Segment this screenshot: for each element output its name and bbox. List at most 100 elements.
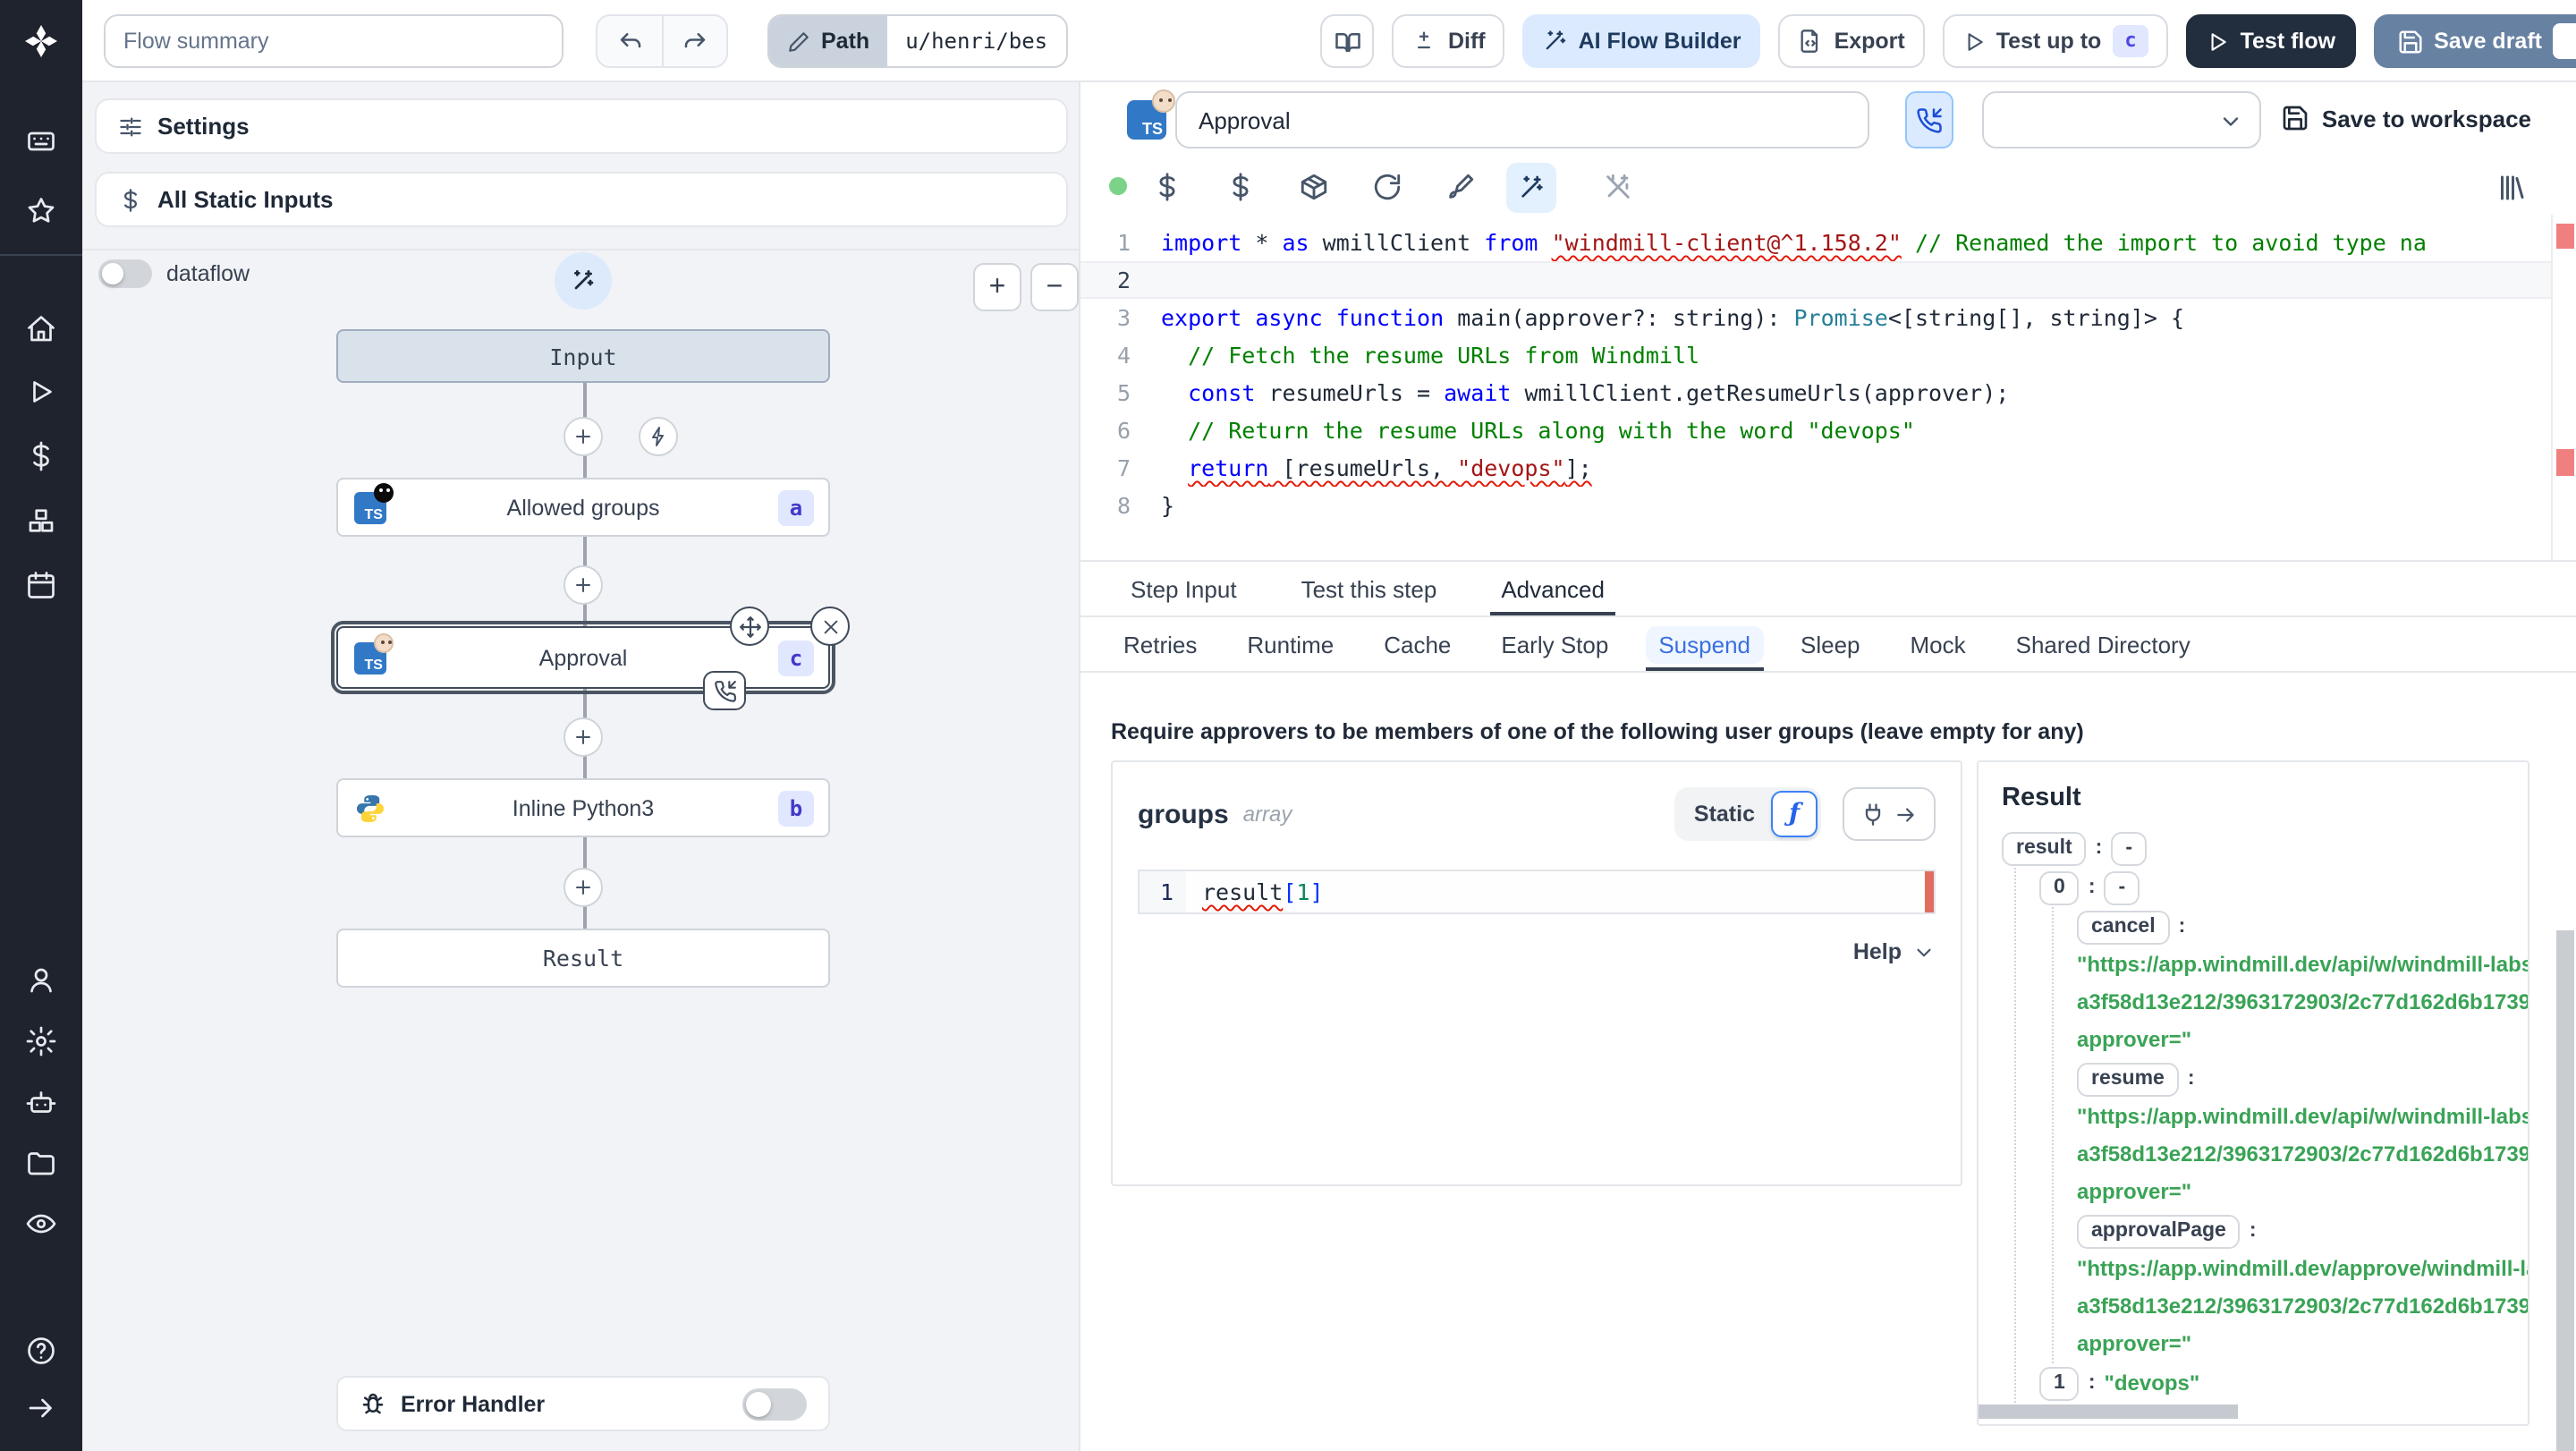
step-editor-panel: TS Save to workspace 1import * as wmillC… — [1080, 82, 2576, 1451]
apps-icon — [28, 132, 55, 151]
tab-cache[interactable]: Cache — [1371, 617, 1463, 671]
tab-advanced[interactable]: Advanced — [1490, 562, 1615, 615]
robot-icon — [26, 1091, 56, 1113]
add-step-button[interactable] — [564, 717, 603, 757]
flow-settings-button[interactable]: Settings — [95, 98, 1068, 154]
sidebar-item-audit[interactable] — [25, 1208, 57, 1240]
collapse-chip[interactable]: - — [2104, 870, 2140, 904]
flow-summary-input[interactable] — [104, 14, 564, 68]
zoom-out-button[interactable]: − — [1030, 263, 1079, 311]
horizontal-scrollbar[interactable] — [1979, 1404, 2238, 1419]
add-step-button[interactable] — [564, 565, 603, 605]
sidebar-item-favorites[interactable] — [25, 195, 57, 227]
error-handler-row[interactable]: Error Handler — [336, 1376, 830, 1431]
dollar-icon — [1159, 173, 1175, 201]
resume-key-chip[interactable]: resume — [2077, 1062, 2179, 1096]
play-icon — [33, 381, 52, 403]
wand-icon — [574, 270, 594, 290]
tab-mock[interactable]: Mock — [1898, 617, 1979, 671]
sidebar-expand-button[interactable] — [25, 1392, 57, 1424]
help-toggle[interactable]: Help — [1138, 939, 1936, 964]
dollar-icon — [33, 441, 49, 471]
approval-page-key-chip[interactable]: approvalPage — [2077, 1214, 2241, 1248]
cancel-key-chip[interactable]: cancel — [2077, 910, 2170, 944]
variables-button[interactable] — [1152, 172, 1182, 202]
sidebar-item-workers[interactable] — [25, 1086, 57, 1118]
reload-button[interactable] — [1372, 172, 1402, 202]
tab-retries[interactable]: Retries — [1111, 617, 1209, 671]
flow-settings-rows: Settings All Static Inputs — [82, 82, 1079, 250]
package-button[interactable] — [1299, 172, 1329, 202]
vertical-scrollbar[interactable] — [2556, 930, 2574, 1451]
flow-node-input[interactable]: Input — [336, 329, 830, 383]
index-chip[interactable]: 0 — [2039, 870, 2080, 904]
groups-card: groups array Static ƒ 1 result[1] Help — [1111, 760, 1962, 1186]
groups-expression-editor[interactable]: 1 result[1] — [1138, 870, 1936, 914]
step-id-badge: a — [778, 489, 814, 525]
sidebar-item-help[interactable] — [25, 1335, 57, 1367]
sidebar-item-users[interactable] — [25, 964, 57, 997]
tab-sleep[interactable]: Sleep — [1788, 617, 1873, 671]
zoom-in-button[interactable]: + — [973, 263, 1021, 311]
sidebar-item-runs[interactable] — [25, 376, 57, 408]
wand-off-icon — [1606, 174, 1630, 199]
refresh-icon — [1374, 174, 1401, 200]
sidebar-item-apps[interactable] — [25, 125, 57, 157]
all-static-inputs-button[interactable]: All Static Inputs — [95, 172, 1068, 227]
sidebar-item-variables[interactable] — [25, 440, 57, 472]
tab-shared-directory[interactable]: Shared Directory — [2004, 617, 2203, 671]
static-dynamic-toggle[interactable]: Static ƒ — [1674, 787, 1821, 841]
docs-button[interactable] — [1320, 14, 1375, 68]
windmill-logo[interactable] — [0, 0, 82, 82]
tab-suspend[interactable]: Suspend — [1646, 617, 1764, 671]
delete-step-button[interactable] — [810, 607, 850, 646]
tab-test-this-step[interactable]: Test this step — [1301, 562, 1437, 615]
add-step-button[interactable] — [564, 417, 603, 456]
format-button[interactable] — [1445, 172, 1476, 202]
dataflow-toggle[interactable] — [98, 259, 152, 288]
suspend-description: Require approvers to be members of one o… — [1111, 719, 2084, 744]
resources-button[interactable] — [1225, 172, 1256, 202]
collapse-chip[interactable]: - — [2111, 831, 2148, 865]
suspend-phone-button[interactable] — [1905, 91, 1953, 148]
add-trigger-button[interactable] — [639, 417, 678, 456]
path-chip[interactable]: Path u/henri/bes — [767, 14, 1068, 68]
ai-assist-button[interactable] — [555, 252, 612, 310]
save-to-workspace-button[interactable]: Save to workspace — [2281, 104, 2531, 132]
ai-gen-button[interactable] — [1506, 163, 1556, 213]
connect-input-button[interactable] — [1843, 787, 1936, 841]
index-chip[interactable]: 1 — [2039, 1366, 2080, 1400]
test-flow-button[interactable]: Test flow — [2186, 14, 2356, 68]
undo-button[interactable] — [597, 16, 662, 66]
sidebar-item-schedules[interactable] — [25, 569, 57, 601]
function-mode-button[interactable]: ƒ — [1771, 791, 1818, 837]
move-step-button[interactable] — [730, 607, 769, 646]
diff-button[interactable]: Diff — [1392, 14, 1505, 68]
tab-early-stop[interactable]: Early Stop — [1488, 617, 1621, 671]
flow-node-inline-python[interactable]: Inline Python3 b — [336, 778, 830, 837]
export-button[interactable]: Export — [1778, 14, 1925, 68]
save-draft-button[interactable]: Save draft — [2373, 14, 2576, 68]
script-version-select[interactable] — [1982, 91, 2261, 148]
library-button[interactable] — [2496, 172, 2528, 204]
step-name-input[interactable] — [1175, 91, 1869, 148]
user-icon — [30, 968, 52, 993]
sidebar-item-home[interactable] — [25, 313, 57, 345]
sidebar-item-resources[interactable] — [25, 505, 57, 537]
sidebar-item-settings[interactable] — [25, 1025, 57, 1057]
code-editor[interactable]: 1 import * as wmillClient from "windmill-… — [1080, 215, 2576, 560]
tab-step-input[interactable]: Step Input — [1131, 562, 1237, 615]
redo-icon — [684, 32, 706, 47]
add-step-button[interactable] — [564, 868, 603, 907]
test-up-to-step-badge: c — [2112, 25, 2149, 57]
result-key-chip[interactable]: result — [2002, 831, 2087, 865]
redo-button[interactable] — [662, 16, 726, 66]
ai-fix-button[interactable] — [1603, 172, 1633, 202]
sidebar-item-folders[interactable] — [25, 1147, 57, 1179]
test-up-to-button[interactable]: Test up to c — [1942, 14, 2169, 68]
tab-runtime[interactable]: Runtime — [1234, 617, 1346, 671]
error-handler-toggle[interactable] — [742, 1387, 807, 1420]
flow-node-allowed-groups[interactable]: TS Allowed groups a — [336, 478, 830, 537]
flow-node-result[interactable]: Result — [336, 929, 830, 988]
ai-flow-builder-button[interactable]: AI Flow Builder — [1522, 14, 1761, 68]
